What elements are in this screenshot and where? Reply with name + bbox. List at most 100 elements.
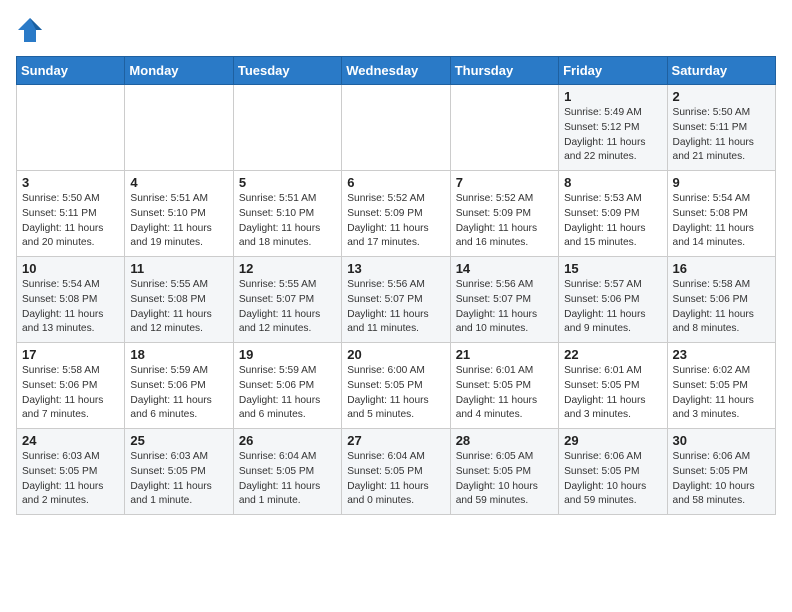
day-number: 25 [130,433,227,448]
calendar-cell: 16 Sunrise: 5:58 AM Sunset: 5:06 PM Dayli… [667,257,775,343]
calendar-cell: 24 Sunrise: 6:03 AM Sunset: 5:05 PM Dayli… [17,429,125,515]
calendar-cell [342,85,450,171]
day-number: 28 [456,433,553,448]
day-number: 10 [22,261,119,276]
weekday-header-sunday: Sunday [17,57,125,85]
day-info: Sunrise: 5:54 AM Sunset: 5:08 PM Dayligh… [673,192,770,251]
day-info: Sunrise: 6:02 AM Sunset: 5:05 PM Dayligh… [673,364,770,423]
calendar-table: SundayMondayTuesdayWednesdayThursdayFrid… [16,56,776,515]
calendar-cell: 14 Sunrise: 5:56 AM Sunset: 5:07 PM Dayli… [450,257,558,343]
day-info: Sunrise: 5:55 AM Sunset: 5:08 PM Dayligh… [130,278,227,337]
day-number: 29 [564,433,661,448]
calendar-cell: 1 Sunrise: 5:49 AM Sunset: 5:12 PM Daylig… [559,85,667,171]
day-info: Sunrise: 5:51 AM Sunset: 5:10 PM Dayligh… [239,192,336,251]
day-number: 27 [347,433,444,448]
calendar-cell: 25 Sunrise: 6:03 AM Sunset: 5:05 PM Dayli… [125,429,233,515]
calendar-cell [233,85,341,171]
day-info: Sunrise: 6:04 AM Sunset: 5:05 PM Dayligh… [239,450,336,509]
day-number: 23 [673,347,770,362]
day-number: 15 [564,261,661,276]
day-info: Sunrise: 6:06 AM Sunset: 5:05 PM Dayligh… [564,450,661,509]
calendar-cell: 4 Sunrise: 5:51 AM Sunset: 5:10 PM Daylig… [125,171,233,257]
day-info: Sunrise: 5:55 AM Sunset: 5:07 PM Dayligh… [239,278,336,337]
calendar-cell: 26 Sunrise: 6:04 AM Sunset: 5:05 PM Dayli… [233,429,341,515]
calendar-cell: 15 Sunrise: 5:57 AM Sunset: 5:06 PM Dayli… [559,257,667,343]
day-number: 8 [564,175,661,190]
day-number: 2 [673,89,770,104]
day-number: 19 [239,347,336,362]
calendar-cell: 9 Sunrise: 5:54 AM Sunset: 5:08 PM Daylig… [667,171,775,257]
weekday-header-friday: Friday [559,57,667,85]
day-info: Sunrise: 5:53 AM Sunset: 5:09 PM Dayligh… [564,192,661,251]
calendar-cell: 2 Sunrise: 5:50 AM Sunset: 5:11 PM Daylig… [667,85,775,171]
calendar-cell: 7 Sunrise: 5:52 AM Sunset: 5:09 PM Daylig… [450,171,558,257]
weekday-header-tuesday: Tuesday [233,57,341,85]
calendar-cell: 21 Sunrise: 6:01 AM Sunset: 5:05 PM Dayli… [450,343,558,429]
day-number: 24 [22,433,119,448]
day-number: 30 [673,433,770,448]
day-info: Sunrise: 6:01 AM Sunset: 5:05 PM Dayligh… [456,364,553,423]
day-info: Sunrise: 5:54 AM Sunset: 5:08 PM Dayligh… [22,278,119,337]
calendar-cell: 29 Sunrise: 6:06 AM Sunset: 5:05 PM Dayli… [559,429,667,515]
calendar-cell: 8 Sunrise: 5:53 AM Sunset: 5:09 PM Daylig… [559,171,667,257]
weekday-header-saturday: Saturday [667,57,775,85]
calendar-cell: 27Sunrise: 6:04 AM Sunset: 5:05 PM Dayli… [342,429,450,515]
weekday-header-wednesday: Wednesday [342,57,450,85]
calendar-cell: 3 Sunrise: 5:50 AM Sunset: 5:11 PM Daylig… [17,171,125,257]
day-info: Sunrise: 6:06 AM Sunset: 5:05 PM Dayligh… [673,450,770,509]
day-info: Sunrise: 5:52 AM Sunset: 5:09 PM Dayligh… [456,192,553,251]
weekday-header-monday: Monday [125,57,233,85]
calendar-cell: 20Sunrise: 6:00 AM Sunset: 5:05 PM Dayli… [342,343,450,429]
day-number: 26 [239,433,336,448]
calendar-cell: 6 Sunrise: 5:52 AM Sunset: 5:09 PM Daylig… [342,171,450,257]
calendar-cell: 22 Sunrise: 6:01 AM Sunset: 5:05 PM Dayli… [559,343,667,429]
day-number: 13 [347,261,444,276]
day-number: 3 [22,175,119,190]
day-number: 17 [22,347,119,362]
day-number: 22 [564,347,661,362]
day-number: 21 [456,347,553,362]
day-info: Sunrise: 5:58 AM Sunset: 5:06 PM Dayligh… [22,364,119,423]
day-info: Sunrise: 5:59 AM Sunset: 5:06 PM Dayligh… [239,364,336,423]
day-info: Sunrise: 5:56 AM Sunset: 5:07 PM Dayligh… [347,278,444,337]
day-number: 18 [130,347,227,362]
day-info: Sunrise: 6:01 AM Sunset: 5:05 PM Dayligh… [564,364,661,423]
day-info: Sunrise: 5:50 AM Sunset: 5:11 PM Dayligh… [22,192,119,251]
day-number: 16 [673,261,770,276]
day-info: Sunrise: 5:56 AM Sunset: 5:07 PM Dayligh… [456,278,553,337]
day-info: Sunrise: 6:03 AM Sunset: 5:05 PM Dayligh… [130,450,227,509]
weekday-header-thursday: Thursday [450,57,558,85]
calendar-cell [17,85,125,171]
day-number: 5 [239,175,336,190]
day-info: Sunrise: 5:51 AM Sunset: 5:10 PM Dayligh… [130,192,227,251]
calendar-cell: 19 Sunrise: 5:59 AM Sunset: 5:06 PM Dayli… [233,343,341,429]
day-info: Sunrise: 5:57 AM Sunset: 5:06 PM Dayligh… [564,278,661,337]
calendar-cell: 11 Sunrise: 5:55 AM Sunset: 5:08 PM Dayli… [125,257,233,343]
calendar-cell: 28Sunrise: 6:05 AM Sunset: 5:05 PM Dayli… [450,429,558,515]
calendar-cell: 23 Sunrise: 6:02 AM Sunset: 5:05 PM Dayli… [667,343,775,429]
calendar-cell: 18Sunrise: 5:59 AM Sunset: 5:06 PM Dayli… [125,343,233,429]
day-number: 6 [347,175,444,190]
day-number: 7 [456,175,553,190]
day-number: 9 [673,175,770,190]
day-info: Sunrise: 5:50 AM Sunset: 5:11 PM Dayligh… [673,106,770,165]
day-number: 1 [564,89,661,104]
day-info: Sunrise: 6:03 AM Sunset: 5:05 PM Dayligh… [22,450,119,509]
calendar-cell: 5 Sunrise: 5:51 AM Sunset: 5:10 PM Daylig… [233,171,341,257]
day-number: 12 [239,261,336,276]
day-number: 11 [130,261,227,276]
calendar-cell: 30 Sunrise: 6:06 AM Sunset: 5:05 PM Dayli… [667,429,775,515]
day-number: 14 [456,261,553,276]
day-info: Sunrise: 5:58 AM Sunset: 5:06 PM Dayligh… [673,278,770,337]
calendar-cell: 12 Sunrise: 5:55 AM Sunset: 5:07 PM Dayli… [233,257,341,343]
page-header [16,16,776,44]
calendar-cell [125,85,233,171]
day-info: Sunrise: 5:49 AM Sunset: 5:12 PM Dayligh… [564,106,661,165]
day-info: Sunrise: 6:00 AM Sunset: 5:05 PM Dayligh… [347,364,444,423]
calendar-cell [450,85,558,171]
day-number: 4 [130,175,227,190]
day-info: Sunrise: 5:52 AM Sunset: 5:09 PM Dayligh… [347,192,444,251]
logo [16,16,48,44]
logo-icon [16,16,44,44]
calendar-cell: 10 Sunrise: 5:54 AM Sunset: 5:08 PM Dayli… [17,257,125,343]
